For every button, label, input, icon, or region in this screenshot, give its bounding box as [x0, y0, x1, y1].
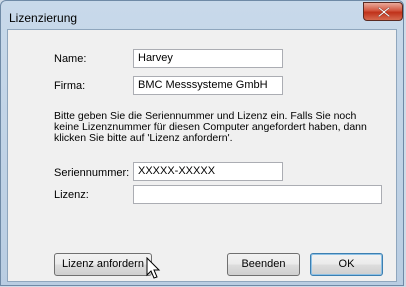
license-label: Lizenz: [54, 189, 89, 201]
close-icon [378, 7, 390, 17]
serial-field[interactable]: XXXXX-XXXXX [133, 162, 283, 181]
firma-label: Firma: [54, 80, 86, 92]
firma-field[interactable]: BMC Messsysteme GmbH [133, 76, 283, 95]
request-license-button[interactable]: Lizenz anfordern [54, 253, 152, 276]
name-label: Name: [54, 53, 87, 65]
title-bar: Lizenzierung [1, 1, 403, 31]
serial-label: Seriennummer: [54, 167, 130, 179]
name-field[interactable]: Harvey [133, 49, 283, 68]
info-text: Bitte geben Sie die Seriennummer und Liz… [54, 110, 367, 144]
mouse-pointer-icon [146, 257, 161, 279]
window-title: Lizenzierung [9, 11, 78, 25]
ok-button[interactable]: OK [310, 253, 383, 276]
license-field[interactable] [133, 185, 382, 204]
close-button[interactable] [363, 2, 403, 21]
quit-button[interactable]: Beenden [227, 253, 300, 276]
